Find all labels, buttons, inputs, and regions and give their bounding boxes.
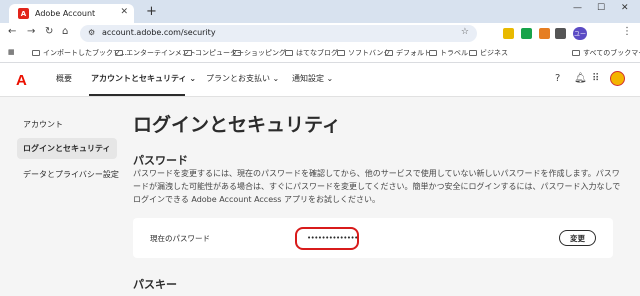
chevron-down-icon: ⌄	[272, 74, 280, 83]
profile-avatar[interactable]: ユー	[573, 27, 587, 40]
browser-tab[interactable]: A Adobe Account ✕	[9, 4, 134, 23]
site-info-icon[interactable]: ⚙	[88, 28, 95, 37]
page-title: ログインとセキュリティ	[133, 114, 341, 136]
passkey-heading: パスキー	[133, 278, 177, 291]
bookmark-folder[interactable]: デフォルト	[385, 48, 431, 58]
minimize-icon[interactable]: —	[573, 3, 582, 13]
back-icon[interactable]: ←	[8, 26, 16, 37]
apps-grid-icon[interactable]: ⠿	[592, 73, 599, 84]
sidebar-item-data-privacy[interactable]: データとプライバシー設定	[17, 164, 119, 185]
adobe-header: A 概要 アカウントとセキュリティ ⌄ プランとお支払い ⌄ 通知設定 ⌄ ? …	[0, 63, 640, 97]
bookmark-folder[interactable]: ビジネス	[469, 48, 508, 58]
bookmark-folder[interactable]: インポートしたブックマ...	[32, 48, 127, 58]
browser-tab-strip: A Adobe Account ✕ + — ☐ ✕	[0, 0, 640, 23]
password-description: パスワードを変更するには、現在のパスワードを確認してから、他のサービスで使用して…	[133, 169, 621, 204]
nav-notifications[interactable]: 通知設定 ⌄	[292, 73, 333, 84]
avatar[interactable]	[610, 71, 625, 86]
chevron-down-icon: ⌄	[326, 74, 334, 83]
bookmark-folder[interactable]: すべてのブックマーク	[572, 48, 640, 58]
menu-icon[interactable]: ⋮	[622, 26, 632, 37]
bookmark-star-icon[interactable]: ☆	[461, 27, 469, 37]
address-bar-row: ← → ↻ ⌂ ⚙ account.adobe.com/security ☆ ユ…	[0, 23, 640, 44]
nav-account-security[interactable]: アカウントとセキュリティ ⌄	[91, 73, 196, 84]
current-password-label: 現在のパスワード	[150, 234, 210, 243]
sidebar-item-account[interactable]: アカウント	[17, 114, 117, 135]
bell-icon[interactable]: 🔔︎	[574, 73, 587, 84]
forward-icon[interactable]: →	[27, 26, 35, 37]
sidebar-item-login-security[interactable]: ログインとセキュリティ	[17, 138, 117, 159]
nav-overview[interactable]: 概要	[56, 73, 72, 84]
bookmark-folder[interactable]: ショッピング	[233, 48, 286, 58]
url-input[interactable]: ⚙ account.adobe.com/security ☆	[80, 25, 477, 42]
adobe-logo[interactable]: A	[16, 72, 27, 89]
extension-icon[interactable]	[539, 28, 550, 39]
current-password-card: 現在のパスワード •••••••••••••• 変更	[133, 218, 613, 258]
apps-grid-icon[interactable]: ▦	[8, 48, 15, 56]
reload-icon[interactable]: ↻	[45, 26, 53, 37]
extensions-puzzle-icon[interactable]	[555, 28, 566, 39]
url-text: account.adobe.com/security	[102, 28, 216, 37]
close-tab-icon[interactable]: ✕	[120, 7, 128, 17]
password-heading: パスワード	[133, 154, 188, 167]
active-tab-indicator	[89, 94, 185, 96]
help-icon[interactable]: ?	[555, 73, 560, 84]
extension-icon[interactable]	[503, 28, 514, 39]
nav-plans-billing[interactable]: プランとお支払い ⌄	[206, 73, 279, 84]
bookmarks-bar: ▦ インポートしたブックマ... エンターテインメント コンピューター ショッピ…	[0, 44, 640, 63]
home-icon[interactable]: ⌂	[62, 26, 68, 37]
bookmark-folder[interactable]: トラベル	[429, 48, 468, 58]
extension-icon[interactable]	[521, 28, 532, 39]
change-password-button[interactable]: 変更	[559, 230, 596, 246]
tab-title: Adobe Account	[35, 9, 96, 18]
maximize-icon[interactable]: ☐	[597, 3, 605, 13]
bookmark-folder[interactable]: ソフトバンク	[337, 48, 390, 58]
close-window-icon[interactable]: ✕	[621, 3, 629, 13]
new-tab-button[interactable]: +	[146, 4, 157, 19]
chevron-down-icon: ⌄	[189, 74, 197, 83]
adobe-favicon-icon: A	[18, 8, 29, 19]
bookmark-folder[interactable]: はてなブログ	[285, 48, 338, 58]
annotation-circle	[295, 227, 359, 250]
